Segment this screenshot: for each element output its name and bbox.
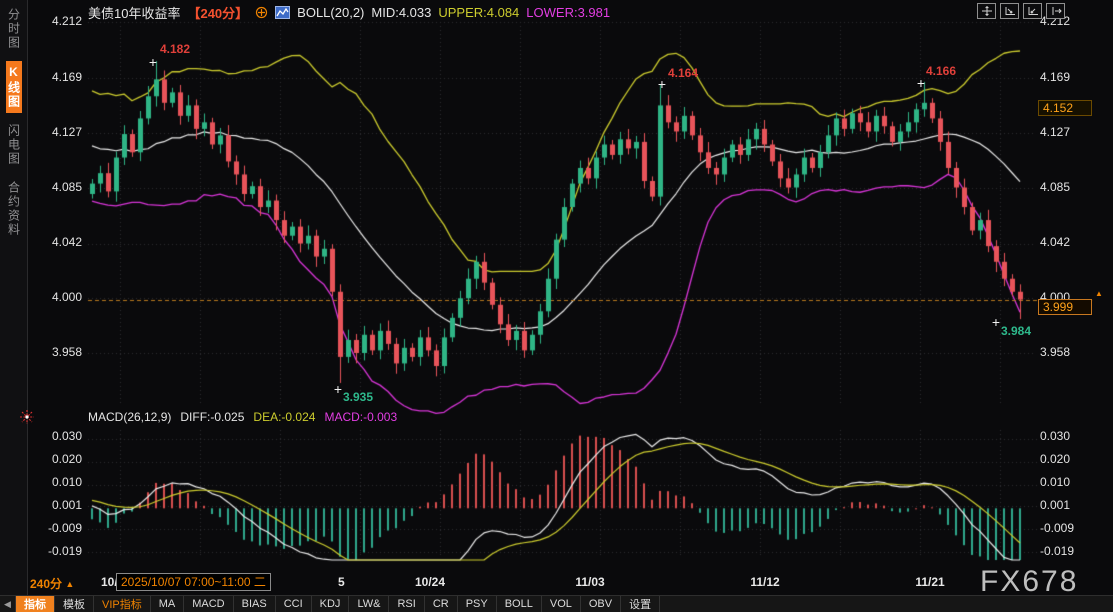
toolbar-btn-psy[interactable]: PSY	[457, 596, 496, 612]
toolbar-btn-rsi[interactable]: RSI	[388, 596, 423, 612]
sidebar-tab-timeline[interactable]: 分时图	[6, 4, 22, 54]
axis-scale-icon[interactable]	[1000, 3, 1019, 19]
last-price-tag: 3.999	[1038, 299, 1092, 315]
price-axis-label: 3.958	[1040, 345, 1100, 360]
indicator-star-icon[interactable]	[19, 409, 35, 430]
toolbar-btn-lw[interactable]: LW&	[348, 596, 388, 612]
price-axis-label: 4.127	[36, 125, 82, 140]
crosshair-target-icon[interactable]	[255, 6, 268, 19]
chart-header: 美债10年收益率 【240分】 BOLL(20,2) MID:4.033 UPP…	[88, 4, 610, 20]
axis-shift-icon[interactable]	[1046, 3, 1065, 19]
toolbar-btn-macd[interactable]: MACD	[183, 596, 232, 612]
boll-lower-value: LOWER:3.981	[526, 5, 610, 20]
toolbar-btn-boll[interactable]: BOLL	[496, 596, 541, 612]
boll-upper-value: UPPER:4.084	[438, 5, 519, 20]
macd-axis-label: -0.019	[1040, 544, 1100, 559]
price-axis-label: 4.169	[1040, 70, 1100, 85]
x-axis-date-label: 11/12	[750, 575, 779, 589]
x-axis-date-label: 11/21	[915, 575, 944, 589]
price-axis-label: 4.212	[36, 14, 82, 29]
macd-axis-label: 0.020	[1040, 452, 1100, 467]
chart-tools	[977, 3, 1065, 19]
macd-axis-label: 0.030	[1040, 429, 1100, 444]
x-axis-partial-label: 5	[338, 575, 345, 589]
toolbar-btn-vol[interactable]: VOL	[541, 596, 580, 612]
sidebar-tab-contract-info[interactable]: 合约资料	[6, 177, 22, 241]
chart-canvas[interactable]	[0, 0, 1113, 612]
macd-header: MACD(26,12,9) DIFF:-0.025 DEA:-0.024 MAC…	[88, 410, 397, 424]
period-text: 240分	[30, 577, 62, 591]
sidebar: 分时图 K线图 闪电图 合约资料	[0, 0, 28, 595]
macd-axis-label: 0.010	[36, 475, 82, 490]
instrument-title: 美债10年收益率	[88, 3, 180, 22]
macd-axis-label: 0.001	[36, 498, 82, 513]
axis-pan-icon[interactable]	[1023, 3, 1042, 19]
boll-indicator-label: BOLL(20,2)	[297, 5, 364, 20]
macd-axis-label: 0.020	[36, 452, 82, 467]
crosshair-marker-icon: +	[917, 75, 925, 91]
macd-axis-label: -0.009	[36, 521, 82, 536]
price-annotation-low: 3.935	[343, 390, 373, 404]
indicator-toolbar: ◀ 指标 模板 VIP指标 MA MACD BIAS CCI KDJ LW& R…	[0, 595, 1113, 612]
price-annotation-low: 3.984	[1001, 324, 1031, 338]
price-axis-label: 4.042	[1040, 235, 1100, 250]
upper-band-price-tag: 4.152	[1038, 100, 1092, 116]
pan-icon[interactable]	[977, 3, 996, 19]
macd-axis-label: 0.030	[36, 429, 82, 444]
sidebar-tab-flash[interactable]: 闪电图	[6, 120, 22, 170]
price-axis-label: 4.000	[36, 290, 82, 305]
x-axis-date-label: 10/24	[415, 575, 445, 589]
crosshair-marker-icon: +	[658, 76, 666, 92]
macd-diff-value: DIFF:-0.025	[180, 410, 244, 424]
toolbar-btn-obv[interactable]: OBV	[580, 596, 620, 612]
mini-chart-icon[interactable]	[275, 6, 290, 19]
toolbar-btn-settings[interactable]: 设置	[620, 596, 660, 612]
price-annotation-high: 4.164	[668, 66, 698, 80]
toolbar-btn-bias[interactable]: BIAS	[233, 596, 275, 612]
x-axis-date-label: 11/03	[575, 575, 604, 589]
macd-axis-label: -0.009	[1040, 521, 1100, 536]
macd-axis-label: 0.010	[1040, 475, 1100, 490]
toolbar-btn-cci[interactable]: CCI	[275, 596, 311, 612]
sidebar-tab-kline[interactable]: K线图	[6, 61, 22, 113]
price-axis-label: 4.085	[36, 180, 82, 195]
price-axis-label: 4.169	[36, 70, 82, 85]
toolbar-scroll-left-icon[interactable]: ◀	[0, 596, 15, 612]
macd-axis-label: -0.019	[36, 544, 82, 559]
toolbar-btn-kdj[interactable]: KDJ	[311, 596, 349, 612]
period-arrow-icon: ▲	[65, 579, 74, 589]
price-axis-label: 3.958	[36, 345, 82, 360]
boll-mid-value: MID:4.033	[371, 5, 431, 20]
price-annotation-high: 4.182	[160, 42, 190, 56]
crosshair-marker-icon: +	[334, 381, 342, 397]
price-axis-label: 4.042	[36, 235, 82, 250]
toolbar-btn-templates[interactable]: 模板	[54, 596, 93, 612]
crosshair-marker-icon: +	[992, 314, 1000, 330]
toolbar-btn-indicators[interactable]: 指标	[15, 596, 54, 612]
macd-hist-value: MACD:-0.003	[324, 410, 397, 424]
toolbar-btn-ma[interactable]: MA	[150, 596, 184, 612]
watermark: FX678	[980, 565, 1078, 599]
macd-axis-label: 0.001	[1040, 498, 1100, 513]
period-badge: 【240分】	[187, 3, 248, 22]
bar-datetime-tooltip: 2025/10/07 07:00~11:00 二	[116, 573, 271, 591]
toolbar-btn-cr[interactable]: CR	[424, 596, 457, 612]
price-axis-label: 4.085	[1040, 180, 1100, 195]
crosshair-marker-icon: +	[149, 54, 157, 70]
price-annotation-high: 4.166	[926, 64, 956, 78]
last-price-arrow-icon: ▲	[1095, 289, 1103, 298]
macd-dea-value: DEA:-0.024	[253, 410, 315, 424]
price-axis-label: 4.127	[1040, 125, 1100, 140]
toolbar-btn-vip-indicators[interactable]: VIP指标	[93, 596, 150, 612]
period-indicator[interactable]: 240分 ▲	[30, 575, 74, 592]
macd-indicator-label: MACD(26,12,9)	[88, 410, 171, 424]
